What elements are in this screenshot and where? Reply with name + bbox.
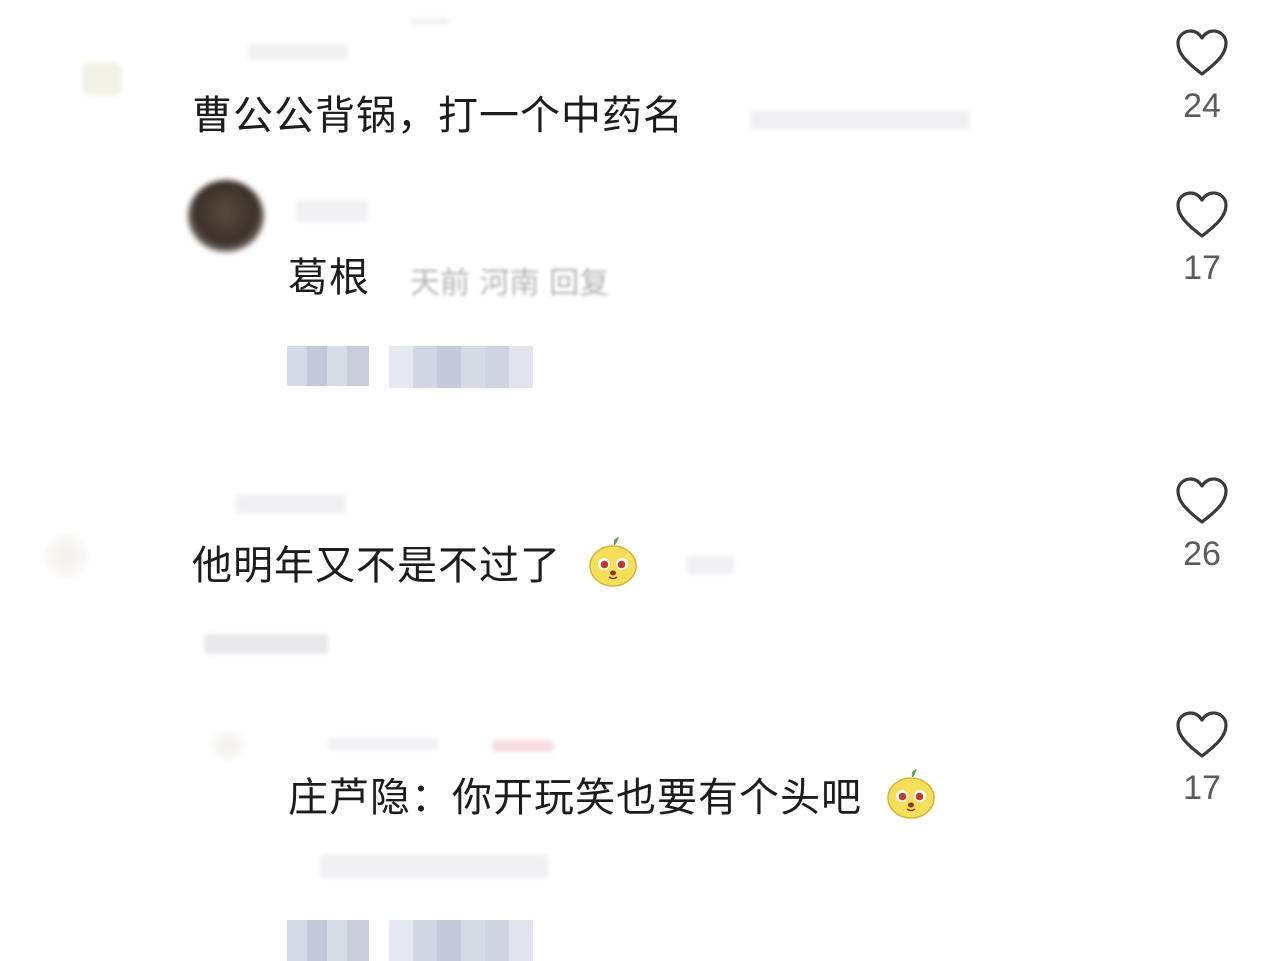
comment-2-text[interactable]: 他明年又不是不过了 <box>192 542 561 590</box>
comment-1-top-line <box>410 18 450 24</box>
heart-outline-icon <box>1176 29 1228 76</box>
comment-2-like-button[interactable]: 26 <box>1162 476 1242 574</box>
comment-2-reply-link[interactable] <box>204 634 328 654</box>
heart-outline-icon <box>1176 477 1228 524</box>
reply-1-like-button[interactable]: 17 <box>1162 190 1242 288</box>
reply-2-like-button[interactable]: 17 <box>1162 710 1242 808</box>
comment-2-meta <box>686 556 734 574</box>
comment-1-username[interactable] <box>248 44 348 60</box>
comment-2-avatar[interactable] <box>44 534 88 578</box>
heart-outline-icon <box>1176 711 1228 758</box>
reply-1-text[interactable]: 葛根 <box>288 254 370 302</box>
reply-2-collapse-link[interactable] <box>389 920 533 961</box>
reply-1-like-count: 17 <box>1183 249 1221 287</box>
comment-1-like-button[interactable]: 24 <box>1162 28 1242 126</box>
reply-1-username[interactable] <box>296 200 368 222</box>
yellow-face-emoji-icon <box>589 537 637 587</box>
reply-2-username[interactable] <box>328 738 438 750</box>
comment-1-meta <box>750 110 970 130</box>
comment-thread: 曹公公背锅，打一个中药名 24 葛根 天前 河南 回复 17 他明年又不是不过了 <box>0 0 1280 961</box>
heart-outline-icon <box>1176 191 1228 238</box>
comment-1-text[interactable]: 曹公公背锅，打一个中药名 <box>192 92 684 140</box>
comment-2-like-count: 26 <box>1183 535 1221 573</box>
reply-2-text[interactable]: 庄芦隐：你开玩笑也要有个头吧 <box>288 774 862 822</box>
reply-2-author-badge <box>492 740 554 752</box>
comment-2-username[interactable] <box>236 494 346 514</box>
reply-2-like-count: 17 <box>1183 769 1221 807</box>
reply-1-meta: 天前 河南 回复 <box>410 266 610 301</box>
yellow-face-emoji-icon <box>887 769 935 819</box>
reply-2-avatar[interactable] <box>210 730 246 760</box>
reply-2-meta <box>320 854 548 878</box>
reply-1-collapse-link[interactable] <box>389 346 533 388</box>
reply-1-expand-link[interactable] <box>287 346 369 386</box>
comment-1-avatar[interactable] <box>82 62 122 96</box>
comment-1-like-count: 24 <box>1183 87 1221 125</box>
reply-1-avatar[interactable] <box>188 180 264 252</box>
reply-2-expand-link[interactable] <box>287 920 369 961</box>
